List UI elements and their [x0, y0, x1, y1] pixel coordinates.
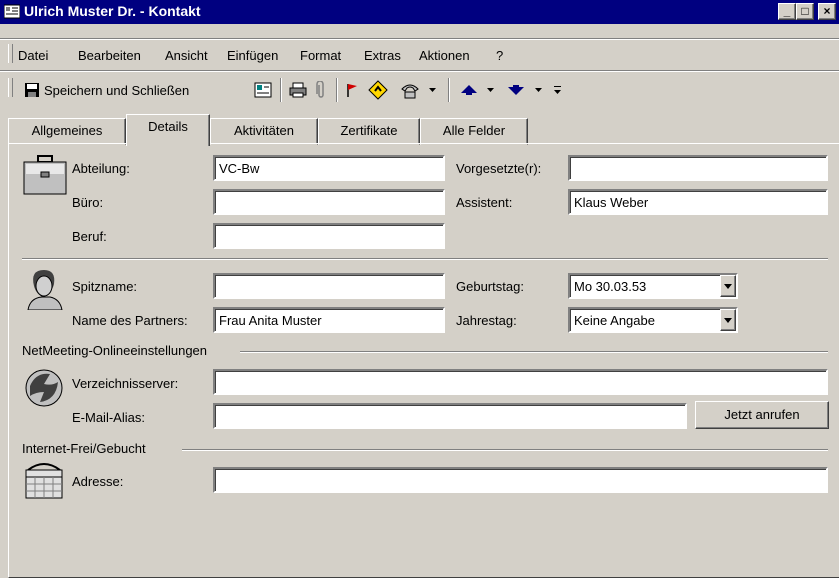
assistent-label: Assistent: [456, 195, 513, 210]
save-and-close-button[interactable]: Speichern und Schließen [24, 78, 244, 102]
assistent-field[interactable]: Klaus Weber [568, 189, 828, 215]
contact-card-icon [254, 82, 272, 98]
tab-zertifikate[interactable]: Zertifikate [318, 118, 420, 145]
autodialer-dropdown[interactable] [426, 78, 438, 102]
menu-aktionen[interactable]: Aktionen [419, 48, 470, 63]
chevron-down-icon [486, 88, 494, 92]
previous-item-dropdown[interactable] [484, 78, 496, 102]
autodialer-button[interactable] [398, 78, 422, 102]
section-divider [22, 258, 828, 260]
buero-label: Büro: [72, 195, 104, 210]
beruf-label: Beruf: [72, 229, 107, 244]
vorgesetzte-label: Vorgesetzte(r): [456, 161, 542, 176]
adresse-field[interactable] [213, 467, 828, 493]
email-alias-label: E-Mail-Alias: [72, 410, 145, 425]
chevron-down-icon [553, 86, 561, 94]
briefcase-icon [23, 155, 67, 195]
phone-icon [401, 84, 419, 99]
email-alias-field[interactable] [213, 403, 687, 429]
tab-allgemeines[interactable]: Allgemeines [8, 118, 126, 145]
maximize-button[interactable]: □ [796, 3, 814, 20]
menu-einfuegen[interactable]: Einfügen [227, 48, 278, 63]
flag-icon [347, 84, 357, 97]
adresse-label: Adresse: [72, 474, 124, 489]
minimize-button[interactable]: _ [778, 3, 796, 20]
chevron-down-icon [428, 88, 436, 92]
close-button[interactable]: × [818, 3, 836, 20]
jahrestag-label: Jahrestag: [456, 313, 517, 328]
menu-help[interactable]: ? [496, 48, 503, 63]
person-icon [27, 270, 63, 310]
netmeeting-heading: NetMeeting-Onlineeinstellungen [22, 343, 208, 358]
beruf-field[interactable] [213, 223, 445, 249]
menu-ansicht[interactable]: Ansicht [165, 48, 208, 63]
tab-details[interactable]: Details [126, 114, 210, 146]
abteilung-field[interactable]: VC-Bw [213, 155, 445, 181]
follow-up-flag-button[interactable] [342, 78, 362, 102]
jahrestag-select[interactable]: Keine Angabe [568, 307, 738, 333]
attach-button[interactable] [312, 78, 330, 102]
abteilung-label: Abteilung: [72, 161, 130, 176]
geburtstag-select[interactable]: Mo 30.03.53 [568, 273, 738, 299]
partner-label: Name des Partners: [72, 313, 188, 328]
tab-alle-felder[interactable]: Alle Felder [420, 118, 528, 145]
verzeichnisserver-field[interactable] [213, 369, 828, 395]
save-as-button[interactable] [252, 78, 274, 102]
menu-bearbeiten[interactable]: Bearbeiten [78, 48, 141, 63]
chevron-down-icon [534, 88, 542, 92]
arrow-up-icon [461, 85, 477, 95]
toolbar-separator [280, 78, 282, 102]
verzeichnisserver-label: Verzeichnisserver: [72, 376, 179, 391]
spitzname-label: Spitzname: [72, 279, 138, 294]
menubar-grip[interactable] [8, 44, 13, 63]
printer-icon [289, 82, 307, 98]
paperclip-icon [316, 81, 324, 98]
menu-extras[interactable]: Extras [364, 48, 401, 63]
jahrestag-dropdown-button[interactable] [720, 309, 736, 331]
next-item-button[interactable] [505, 78, 527, 102]
floppy-disk-icon [25, 83, 39, 97]
geburtstag-dropdown-button[interactable] [720, 275, 736, 297]
toolbar-separator [448, 78, 450, 102]
call-now-button[interactable]: Jetzt anrufen [695, 401, 829, 429]
toolbar-grip[interactable] [8, 78, 13, 97]
next-item-dropdown[interactable] [532, 78, 544, 102]
buero-field[interactable] [213, 189, 445, 215]
previous-item-button[interactable] [458, 78, 480, 102]
menu-format[interactable]: Format [300, 48, 341, 63]
tab-aktivitaeten[interactable]: Aktivitäten [210, 118, 318, 145]
title-bar[interactable]: Ulrich Muster Dr. - Kontakt _ □ × [0, 0, 839, 24]
arrow-down-icon [508, 85, 524, 95]
toolbar-separator [336, 78, 338, 102]
geburtstag-label: Geburtstag: [456, 279, 524, 294]
section-divider [182, 449, 828, 451]
contact-card-icon [4, 4, 20, 19]
partner-field[interactable]: Frau Anita Muster [213, 307, 445, 333]
netmeeting-icon [25, 369, 63, 407]
globe-calendar-icon [25, 463, 63, 499]
vorgesetzte-field[interactable] [568, 155, 828, 181]
menubar-top-divider [0, 38, 839, 40]
window-title: Ulrich Muster Dr. - Kontakt [24, 3, 201, 19]
print-button[interactable] [287, 78, 309, 102]
new-contact-from-same-company-button[interactable] [366, 78, 390, 102]
section-divider [240, 351, 828, 353]
toolbar-options-button[interactable] [550, 78, 564, 102]
toolbar-top-divider [0, 70, 839, 72]
spitzname-field[interactable] [213, 273, 445, 299]
diamond-sign-icon [368, 80, 388, 100]
freebusy-heading: Internet-Frei/Gebucht [22, 441, 146, 456]
save-and-close-label: Speichern und Schließen [44, 82, 190, 98]
menu-datei[interactable]: Datei [18, 48, 48, 63]
